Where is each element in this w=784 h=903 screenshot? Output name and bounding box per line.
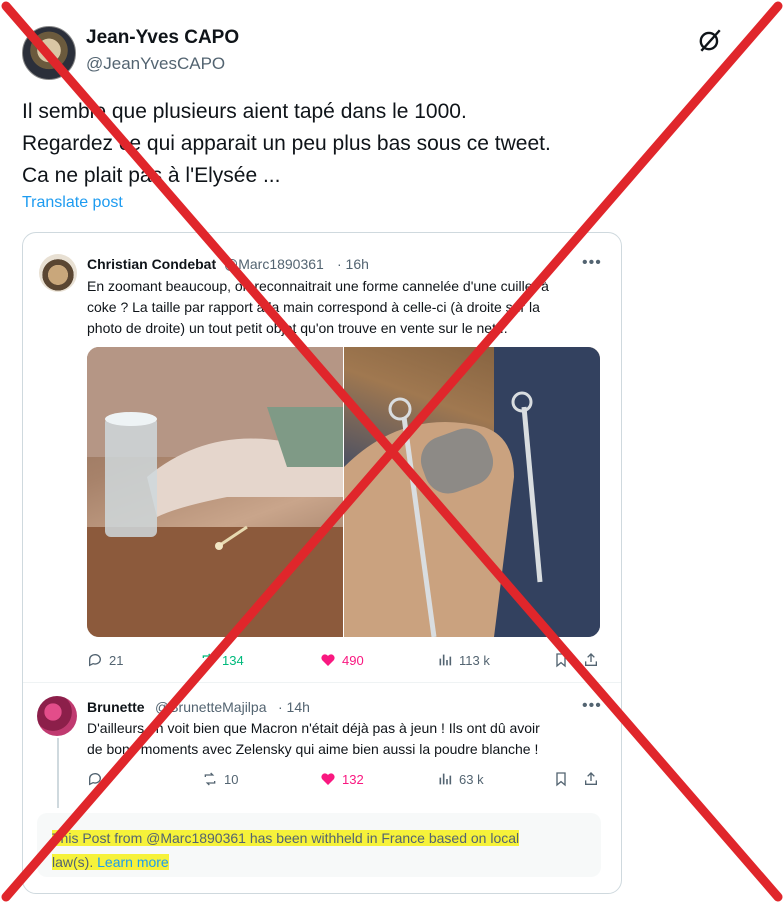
reply-post-text-line: D'ailleurs on voit bien que Macron n'éta… (87, 720, 540, 736)
more-options-icon: ••• (582, 254, 602, 271)
bookmark-icon (556, 772, 566, 787)
repost-icon (202, 653, 214, 667)
views-count: 113 k (459, 652, 490, 668)
heart-icon (321, 773, 335, 785)
reply-post-time: · 14h (278, 699, 310, 715)
reply-action: 21 (87, 652, 123, 668)
learn-more-link: Learn more (97, 854, 169, 870)
post-text: Il semble que plusieurs aient tapé dans … (22, 96, 762, 192)
withheld-line-2: law(s). (52, 854, 94, 870)
author-name[interactable]: Jean-Yves CAPO (86, 27, 239, 49)
views-icon (439, 773, 452, 785)
views-count: 63 k (459, 771, 484, 787)
reply-post-text: D'ailleurs on voit bien que Macron n'éta… (87, 718, 540, 760)
heart-icon (321, 654, 335, 666)
thread-line (57, 738, 59, 808)
quoted-author-avatar (39, 254, 77, 292)
like-action: 490 (320, 652, 364, 668)
withheld-line-1: This Post from @Marc1890361 has been wit… (52, 830, 520, 846)
share-action (583, 771, 599, 787)
quoted-post-text-line: coke ? La taille par rapport à la main c… (87, 299, 540, 315)
post-text-line: Il semble que plusieurs aient tapé dans … (22, 100, 467, 123)
reply-icon (89, 654, 101, 667)
quoted-post-text-line: photo de droite) un tout petit objet qu'… (87, 320, 508, 336)
more-options-icon: ••• (582, 697, 602, 714)
repost-action: 134 (200, 652, 244, 668)
author-handle[interactable]: @JeanYvesCAPO (86, 54, 225, 74)
grok-icon[interactable] (697, 27, 723, 53)
reply-action (87, 771, 103, 787)
views-icon (439, 654, 452, 666)
reply-icon (89, 773, 101, 786)
withheld-notice-text: This Post from @Marc1890361 has been wit… (52, 826, 520, 874)
author-avatar[interactable] (22, 26, 76, 80)
reply-author-handle: @BrunetteMajilpa (155, 699, 267, 715)
quoted-post-time: · 16h (337, 256, 369, 272)
repost-icon (204, 772, 216, 786)
share-action (583, 652, 599, 668)
views-action: 63 k (437, 771, 484, 787)
like-count: 132 (342, 771, 364, 787)
bookmark-icon (556, 653, 566, 668)
photo-glass-on-table (87, 347, 343, 637)
photo-spoon-keychain (344, 347, 600, 637)
translate-post-link[interactable]: Translate post (22, 194, 123, 212)
photo-right-illustration (344, 347, 600, 637)
quoted-post-text-line: En zoomant beaucoup, on reconnaitrait un… (87, 278, 549, 294)
bookmark-action (553, 652, 569, 668)
reply-author-avatar (37, 696, 77, 736)
reply-author-name: Brunette (87, 699, 145, 715)
views-action: 113 k (437, 652, 490, 668)
bookmark-action (553, 771, 569, 787)
repost-count: 10 (224, 771, 239, 787)
reply-count: 21 (109, 652, 124, 668)
quoted-author-handle: @Marc1890361 (224, 256, 324, 272)
like-count: 490 (342, 652, 364, 668)
post-text-line: Ca ne plait pas à l'Elysée ... (22, 164, 281, 187)
quoted-post-text: En zoomant beaucoup, on reconnaitrait un… (87, 276, 549, 339)
share-icon (585, 772, 597, 785)
repost-action: 10 (202, 771, 238, 787)
reply-post-text-line: de bons moments avec Zelensky qui aime b… (87, 741, 539, 757)
post-text-line: Regardez ce qui apparait un peu plus bas… (22, 132, 551, 155)
repost-count: 134 (222, 652, 244, 668)
like-action: 132 (320, 771, 364, 787)
divider (23, 682, 621, 683)
quoted-author-name: Christian Condebat (87, 256, 217, 272)
photo-left-illustration (87, 347, 343, 637)
share-icon (585, 653, 597, 666)
